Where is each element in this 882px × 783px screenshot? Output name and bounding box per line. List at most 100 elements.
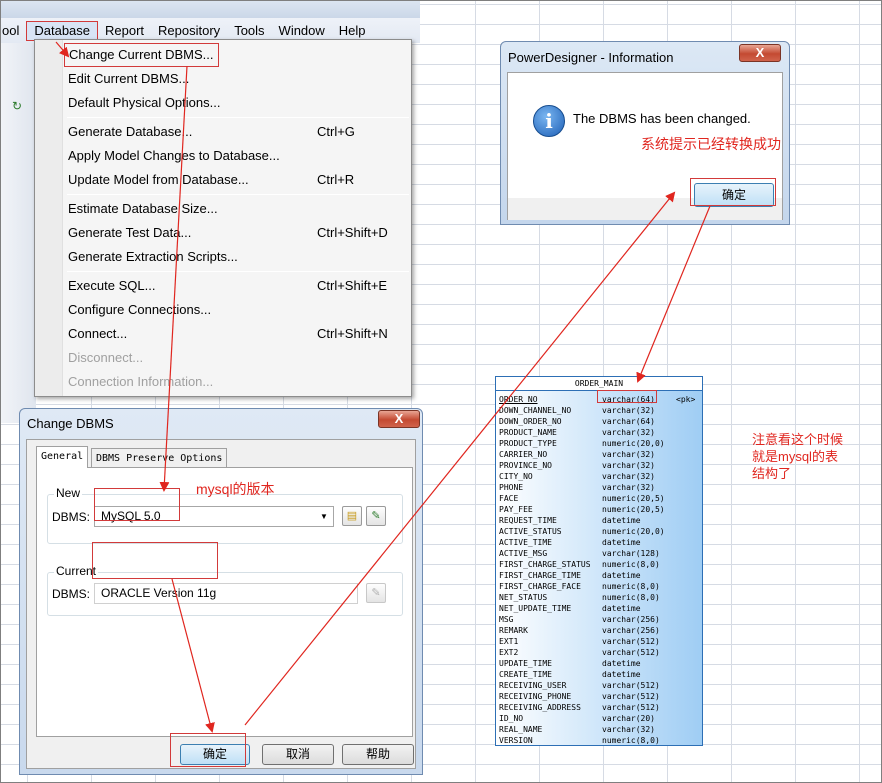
new-dbms-value: MySQL 5.0 <box>101 509 161 523</box>
column-name: PRODUCT_NAME <box>499 428 557 437</box>
cancel-button[interactable]: 取消 <box>262 744 334 765</box>
menu-item[interactable]: Configure Connections... <box>63 298 411 322</box>
column-type: varchar(64) <box>602 395 655 404</box>
properties-icon-disabled: ✎ <box>366 583 386 603</box>
column-type: numeric(8,0) <box>602 582 660 591</box>
change-dbms-dialog: Change DBMS X General DBMS Preserve Opti… <box>19 408 423 775</box>
current-dbms-value: ORACLE Version 11g <box>101 586 217 600</box>
column-name: ORDER_NO <box>499 395 538 404</box>
menu-item-label: Generate Database... <box>68 124 193 139</box>
table-row: FIRST_CHARGE_FACE numeric(8,0) <box>499 581 701 592</box>
column-name: FIRST_CHARGE_STATUS <box>499 560 591 569</box>
properties-icon[interactable]: ✎ <box>366 506 386 526</box>
column-key: <pk> <box>676 395 696 404</box>
menu-help[interactable]: Help <box>332 21 373 41</box>
table-row: CARRIER_NO varchar(32) <box>499 449 701 460</box>
table-row: RECEIVING_USER varchar(512) <box>499 680 701 691</box>
table-row: VERSION numeric(8,0) <box>499 735 701 746</box>
menu-item-shortcut: Ctrl+R <box>317 172 355 187</box>
menu-tools[interactable]: Tools <box>227 21 271 41</box>
column-name: CREATE_TIME <box>499 670 552 679</box>
column-name: ID_NO <box>499 714 524 723</box>
table-row: EXT1 varchar(512) <box>499 636 701 647</box>
column-type: varchar(32) <box>602 483 655 492</box>
annotation-mysql-version: mysql的版本 <box>196 481 275 497</box>
table-row: ID_NO varchar(20) <box>499 713 701 724</box>
new-dbms-group: New DBMS: MySQL 5.0 ▼ ▤ ✎ <box>47 486 403 544</box>
menu-tools-fragment[interactable]: ool <box>0 21 26 41</box>
menu-item[interactable]: Estimate Database Size... <box>63 197 411 221</box>
info-ok-button[interactable]: 确定 <box>694 183 774 207</box>
table-row: NET_UPDATE_TIME datetime <box>499 603 701 614</box>
table-row: ACTIVE_TIME datetime <box>499 537 701 548</box>
tab-general[interactable]: General <box>36 446 89 468</box>
menu-item-shortcut: Ctrl+Shift+E <box>317 278 388 293</box>
new-dbms-select[interactable]: MySQL 5.0 ▼ <box>94 506 334 527</box>
menu-item-label: Estimate Database Size... <box>68 201 218 216</box>
refresh-icon[interactable]: ↻ <box>12 99 30 117</box>
table-row: REQUEST_TIME datetime <box>499 515 701 526</box>
menu-item-label: Generate Test Data... <box>68 225 192 240</box>
column-name: RECEIVING_ADDRESS <box>499 703 581 712</box>
table-row: PHONE varchar(32) <box>499 482 701 493</box>
column-name: RECEIVING_USER <box>499 681 567 690</box>
menu-item[interactable]: Edit Current DBMS... <box>63 67 411 91</box>
tab-dbms-preserve-options[interactable]: DBMS Preserve Options <box>91 448 228 468</box>
table-row: ORDER_NO varchar(64) <pk> <box>499 394 701 405</box>
menu-item-label: Connect... <box>68 326 128 341</box>
column-type: varchar(512) <box>602 692 660 701</box>
column-name: NET_STATUS <box>499 593 548 602</box>
current-dbms-field: ORACLE Version 11g <box>94 583 358 604</box>
column-type: numeric(8,0) <box>602 560 660 569</box>
menu-window[interactable]: Window <box>272 21 332 41</box>
menu-item[interactable]: Default Physical Options... <box>63 91 411 115</box>
info-dialog-title: PowerDesigner - Information <box>508 50 674 65</box>
table-row: CREATE_TIME datetime <box>499 669 701 680</box>
new-group-label: New <box>54 486 83 500</box>
menu-bar: ool Database Report Repository Tools Win… <box>0 0 420 43</box>
menu-repository[interactable]: Repository <box>151 21 227 41</box>
menu-item[interactable]: Execute SQL... Ctrl+Shift+E <box>63 274 411 298</box>
column-type: varchar(32) <box>602 428 655 437</box>
help-button[interactable]: 帮助 <box>342 744 414 765</box>
column-name: REQUEST_TIME <box>499 516 557 525</box>
column-type: varchar(512) <box>602 681 660 690</box>
table-row: MSG varchar(256) <box>499 614 701 625</box>
column-type: numeric(20,0) <box>602 439 665 448</box>
column-name: CARRIER_NO <box>499 450 548 459</box>
menu-item[interactable]: Generate Test Data... Ctrl+Shift+D <box>63 221 411 245</box>
menu-report[interactable]: Report <box>98 21 151 41</box>
column-type: varchar(32) <box>602 450 655 459</box>
info-close-button[interactable]: X <box>739 44 781 62</box>
menu-item[interactable]: Connect... Ctrl+Shift+N <box>63 322 411 346</box>
column-name: MSG <box>499 615 514 624</box>
column-name: VERSION <box>499 736 533 745</box>
column-type: varchar(32) <box>602 461 655 470</box>
toolbar-strip: ↻ <box>0 43 36 423</box>
table-row: FACE numeric(20,5) <box>499 493 701 504</box>
ok-button[interactable]: 确定 <box>180 744 250 765</box>
menu-item: Connection Information... <box>63 370 411 394</box>
table-row: NET_STATUS numeric(8,0) <box>499 592 701 603</box>
folder-icon[interactable]: ▤ <box>342 506 362 526</box>
table-row: RECEIVING_ADDRESS varchar(512) <box>499 702 701 713</box>
menu-item[interactable]: Change Current DBMS... <box>63 43 411 67</box>
column-name: DOWN_CHANNEL_NO <box>499 406 572 415</box>
column-type: varchar(32) <box>602 472 655 481</box>
menu-item[interactable]: Generate Database... Ctrl+G <box>63 120 411 144</box>
dialog-close-button[interactable]: X <box>378 410 420 428</box>
annotation-note-line3: 结构了 <box>752 466 792 481</box>
column-type: varchar(256) <box>602 626 660 635</box>
menu-item-label: Edit Current DBMS... <box>68 71 190 86</box>
table-row: ACTIVE_STATUS numeric(20,0) <box>499 526 701 537</box>
current-dbms-label: DBMS: <box>52 587 91 601</box>
menu-item[interactable]: Generate Extraction Scripts... <box>63 245 411 269</box>
chevron-down-icon[interactable]: ▼ <box>317 509 331 524</box>
menu-item[interactable]: Apply Model Changes to Database... <box>63 144 411 168</box>
menu-database[interactable]: Database <box>26 21 99 41</box>
table-row: UPDATE_TIME datetime <box>499 658 701 669</box>
table-row: FIRST_CHARGE_STATUS numeric(8,0) <box>499 559 701 570</box>
menu-item[interactable]: Update Model from Database... Ctrl+R <box>63 168 411 192</box>
table-row: DOWN_ORDER_NO varchar(64) <box>499 416 701 427</box>
order-main-table: ORDER_MAIN ORDER_NO varchar(64) <pk> DOWN_C… <box>495 376 703 746</box>
